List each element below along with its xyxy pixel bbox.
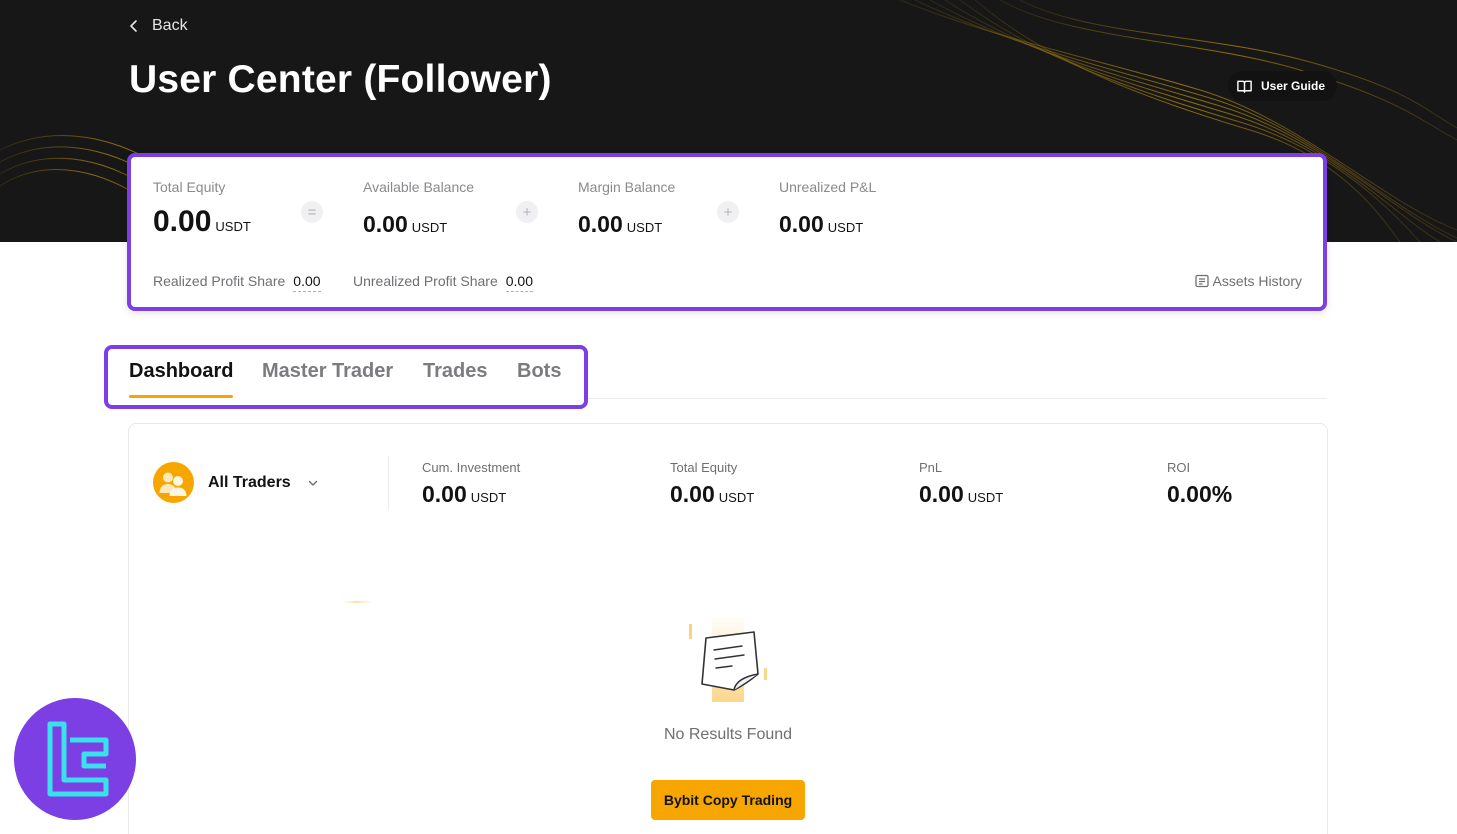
cum-investment-metric: Cum. Investment 0.00 USDT	[422, 460, 520, 508]
cum-investment-unit: USDT	[470, 490, 507, 505]
chevron-down-icon	[308, 480, 317, 486]
total-equity-unit: USDT	[215, 219, 251, 234]
margin-balance-value: 0.00	[578, 211, 623, 237]
back-label: Back	[152, 17, 188, 34]
realized-profit-share: Realized Profit Share 0.00	[153, 273, 321, 292]
empty-note-icon	[689, 614, 767, 702]
roi-label: ROI	[1167, 460, 1191, 475]
total-equity-label: Total Equity	[153, 179, 226, 195]
dashboard-panel: All Traders Cum. Investment 0.00 USDT Tot…	[128, 423, 1328, 834]
unrealized-profit-share-label: Unrealized Profit Share	[353, 273, 498, 289]
pnl-metric: PnL 0.00 USDT	[919, 460, 1003, 508]
follower-total-equity-metric: Total Equity 0.00 USDT	[670, 460, 754, 508]
pnl-unit: USDT	[967, 490, 1004, 505]
unrealized-profit-share: Unrealized Profit Share 0.00	[353, 273, 533, 292]
follower-total-equity-unit: USDT	[718, 490, 755, 505]
margin-balance-unit: USDT	[626, 220, 663, 235]
book-icon	[1237, 80, 1252, 93]
decorative-sparkle	[342, 601, 372, 603]
user-guide-button[interactable]: User Guide	[1228, 71, 1338, 101]
unrealized-profit-share-value[interactable]: 0.00	[505, 273, 533, 292]
tab-trades[interactable]: Trades	[423, 360, 487, 383]
total-equity-metric: Total Equity 0.00 USDT	[153, 179, 251, 239]
selector-divider	[388, 456, 389, 510]
cum-investment-label: Cum. Investment	[422, 460, 521, 475]
available-balance-label: Available Balance	[363, 179, 475, 195]
tab-bots[interactable]: Bots	[517, 360, 561, 383]
trader-selector-label: All Traders	[208, 473, 291, 491]
unrealized-pnl-unit: USDT	[827, 220, 864, 235]
available-balance-value: 0.00	[363, 211, 408, 237]
margin-balance-label: Margin Balance	[578, 179, 676, 195]
unrealized-pnl-value: 0.00	[779, 211, 824, 237]
main-tabs: Dashboard Master Trader Trades Bots	[104, 345, 588, 409]
user-guide-label: User Guide	[1261, 79, 1326, 93]
realized-profit-share-value[interactable]: 0.00	[293, 273, 321, 292]
bybit-copy-trading-button[interactable]: Bybit Copy Trading	[651, 780, 805, 820]
empty-state-text: No Results Found	[663, 726, 793, 743]
unrealized-pnl-label: Unrealized P&L	[779, 179, 877, 195]
pnl-value: 0.00	[919, 481, 964, 507]
roi-metric: ROI 0.00%	[1167, 460, 1232, 508]
unrealized-pnl-metric: Unrealized P&L 0.00 USDT	[779, 179, 876, 238]
pnl-label: PnL	[919, 460, 943, 475]
page-title: User Center (Follower)	[129, 58, 552, 101]
trader-selector[interactable]: All Traders	[153, 462, 319, 503]
margin-balance-metric: Margin Balance 0.00 USDT	[578, 179, 675, 238]
assets-history-link[interactable]: Assets History	[1194, 273, 1302, 289]
roi-value: 0.00%	[1167, 481, 1233, 507]
realized-profit-share-label: Realized Profit Share	[153, 273, 286, 289]
available-balance-metric: Available Balance 0.00 USDT	[363, 179, 474, 238]
plus-sign: +	[717, 201, 739, 223]
chevron-left-icon	[130, 20, 137, 32]
brand-logo-watermark	[14, 698, 136, 820]
back-button[interactable]: Back	[126, 17, 188, 35]
history-list-icon	[1194, 274, 1209, 288]
tab-master-trader[interactable]: Master Trader	[262, 360, 393, 383]
page: Back User Center (Follower) User Guide T…	[0, 0, 1457, 834]
tab-dashboard[interactable]: Dashboard	[129, 360, 233, 383]
assets-history-label: Assets History	[1212, 273, 1302, 289]
total-equity-value: 0.00	[153, 205, 212, 238]
assets-summary-card: Total Equity 0.00 USDT = Available Balanc…	[127, 153, 1327, 311]
available-balance-unit: USDT	[411, 220, 448, 235]
cum-investment-value: 0.00	[422, 481, 467, 507]
active-tab-indicator	[129, 395, 233, 398]
follower-total-equity-label: Total Equity	[670, 460, 738, 475]
traders-group-icon	[153, 462, 194, 503]
plus-sign: +	[516, 201, 538, 223]
follower-total-equity-value: 0.00	[670, 481, 715, 507]
equals-sign: =	[301, 201, 323, 223]
